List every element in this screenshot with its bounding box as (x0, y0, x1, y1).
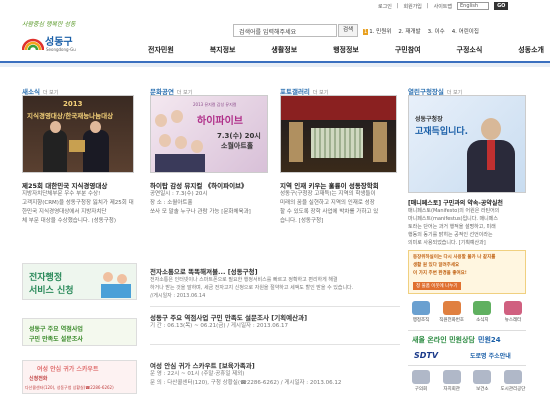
slogan: 사람중심 행복한 성동 (22, 21, 76, 28)
news-image[interactable]: 2013 지식경영대상/한국재능나눔대상 (22, 95, 134, 173)
nav-item-participation[interactable]: 구민참여 (395, 45, 421, 55)
sdtv-link[interactable]: SDTV (414, 351, 438, 360)
row-divider (150, 306, 400, 307)
urban-corp-link[interactable]: 도시관리공단 (500, 370, 526, 392)
external-links: 새올 온라인 민원상담 민원24 SDTV 도로명 주소안내 (408, 330, 526, 366)
photo-image[interactable] (280, 95, 397, 173)
women-scout-banner[interactable]: 여성 안심 귀가 스카우트 신청전화 다산콜센터(120), 성동구청 상황실(… (22, 360, 137, 394)
culture-title[interactable]: 하이탑 감성 뮤지컬 《하이파이브》 (150, 180, 248, 190)
complaint-item[interactable]: 4. 어린이집 (452, 27, 479, 35)
culture-image[interactable]: 2013 뮤지컬 감성 뮤지컬 하이파이브 7.3(수) 20시 소월아트홀 (150, 95, 268, 173)
row-divider (150, 344, 400, 345)
magazine-icon (473, 301, 492, 315)
mayor-body: 매니페스토(Manifesto)의 어원은 라틴어의 마니페스트(manifest… (408, 208, 500, 246)
row-title[interactable]: 성동구 주요 역점사업 구민 만족도 설문조사 [기획예산과] (150, 312, 307, 322)
recycle-banner[interactable]: 동장위하실이는 다시 사용할 물카 나 같지를 생활 원 있다 알려주세요 이 … (408, 250, 526, 294)
popular-complaints: 1 1. 민원위 2. 재개발 3. 이수 4. 어린이집 (363, 27, 479, 35)
mayor-image[interactable]: 성동구청장 고재득입니다. (408, 95, 526, 193)
mail-icon (503, 301, 522, 315)
complaint-item[interactable]: 3. 이수 (428, 27, 445, 35)
house-icon (442, 370, 461, 384)
road-address-link[interactable]: 도로명 주소안내 (470, 351, 511, 360)
logo-text: 성동구 (45, 37, 73, 48)
newsletter-link[interactable]: 뉴스레터 (500, 301, 526, 323)
language-select[interactable]: English (457, 2, 490, 10)
rank-badge: 1 (363, 29, 369, 35)
quick-icons: 행정조직 직원전화번호 소식지 뉴스레터 (408, 301, 526, 323)
e-admin-banner[interactable]: 전자행정 서비스 신청 (22, 263, 137, 300)
sub-divider (0, 63, 550, 67)
photo-title[interactable]: 지역 인재 키우는 훌륭이 성동장학회 (280, 180, 379, 190)
nav-item-news[interactable]: 구정소식 (457, 45, 483, 55)
nav-item-civil[interactable]: 전자민원 (148, 45, 174, 55)
nav-item-welfare[interactable]: 복지정보 (210, 45, 236, 55)
complaint-item[interactable]: 1. 민원위 (369, 29, 391, 35)
nav-item-admin[interactable]: 행정정보 (333, 45, 359, 55)
row-title[interactable]: 전자소통으로 똑똑해져볼... [성동구청] (150, 266, 258, 276)
city-icon (503, 370, 522, 384)
community-center-link[interactable]: 자치회관 (439, 370, 465, 392)
share-button[interactable]: 청 물품 이웃에 나누기 (413, 282, 461, 290)
row-body: 운 영 : 22시 ~ 01시 (주말·공휴일 제외) 문 의 : 다산콜센터(1… (150, 371, 342, 386)
phone-icon (442, 301, 461, 315)
main-nav: 전자민원 복지정보 생활정보 행정정보 구민참여 구정소식 성동소개 (148, 45, 548, 55)
row-body: 기 간 : 06.13(목) ~ 06.21(금) / 게시일자 : 2013.… (150, 323, 288, 329)
complaint-item[interactable]: 2. 재개발 (398, 27, 420, 35)
photo-body: 성동구(구청장 고재득)는 지역의 학생들이 미래의 꿈을 실현하고 지역의 인재… (280, 191, 379, 224)
rainbow-logo-icon (22, 38, 44, 51)
top-links: 로그인 | 회원가입 | 사이트맵 English GO (378, 2, 509, 10)
join-link[interactable]: 회원가입 (404, 3, 422, 10)
login-link[interactable]: 로그인 (378, 3, 392, 10)
right-sidebar: 동장위하실이는 다시 사용할 물카 나 같지를 생활 원 있다 알려주세요 이 … (408, 250, 526, 400)
row-body: 전자소통은 인터넷이나 스마트폰으로 필요한 행정서비스를 빠르고 정확하고 편… (150, 277, 354, 299)
logo[interactable]: 성동구 Seongdong-Gu (22, 30, 82, 60)
search-input[interactable]: 검색어를 입력해주세요 (233, 24, 337, 37)
newsletter-paper-link[interactable]: 소식지 (469, 301, 495, 323)
mayor-title[interactable]: [매니페스토] 구민과의 약속-공약실천 (408, 198, 503, 207)
staff-phone-link[interactable]: 직원전화번호 (439, 301, 465, 323)
logo-subtext: Seongdong-Gu (46, 47, 76, 52)
org-chart-link[interactable]: 행정조직 (408, 301, 434, 323)
bottom-icons: 구의회 자치회관 보건소 도시관리공단 (408, 370, 526, 392)
health-center-link[interactable]: 보건소 (469, 370, 495, 392)
saeol-link[interactable]: 새올 온라인 민원상담 (412, 335, 475, 345)
culture-body: 공연일시 : 7.3(수) 20시 장 소 : 소월아트홀 쏘사 모 말솔 누구나 … (150, 191, 251, 215)
building-icon (412, 370, 430, 384)
go-button[interactable]: GO (494, 2, 509, 10)
news-title[interactable]: 제25회 대한민국 지식경영대상 (22, 180, 107, 190)
org-chart-icon (412, 301, 430, 315)
survey-banner[interactable]: 성동구 주요 역점사업 구민 만족도 설문조사 (22, 318, 137, 346)
council-link[interactable]: 구의회 (408, 370, 434, 392)
search-button[interactable]: 검색 (338, 24, 358, 37)
row-title[interactable]: 여성 안심 귀가 스카우트 [보육가족과] (150, 360, 255, 370)
news-body: 지방자치단체부문 우수 부분 수상! 고객지향(CRM)을 성동구청장 잃치가 제… (22, 191, 134, 224)
nav-item-about[interactable]: 성동소개 (518, 45, 544, 55)
nav-item-life[interactable]: 생활정보 (271, 45, 297, 55)
sitemap-link[interactable]: 사이트맵 (434, 3, 452, 10)
cross-icon (473, 370, 492, 384)
minwon24-link[interactable]: 민원24 (478, 335, 501, 345)
